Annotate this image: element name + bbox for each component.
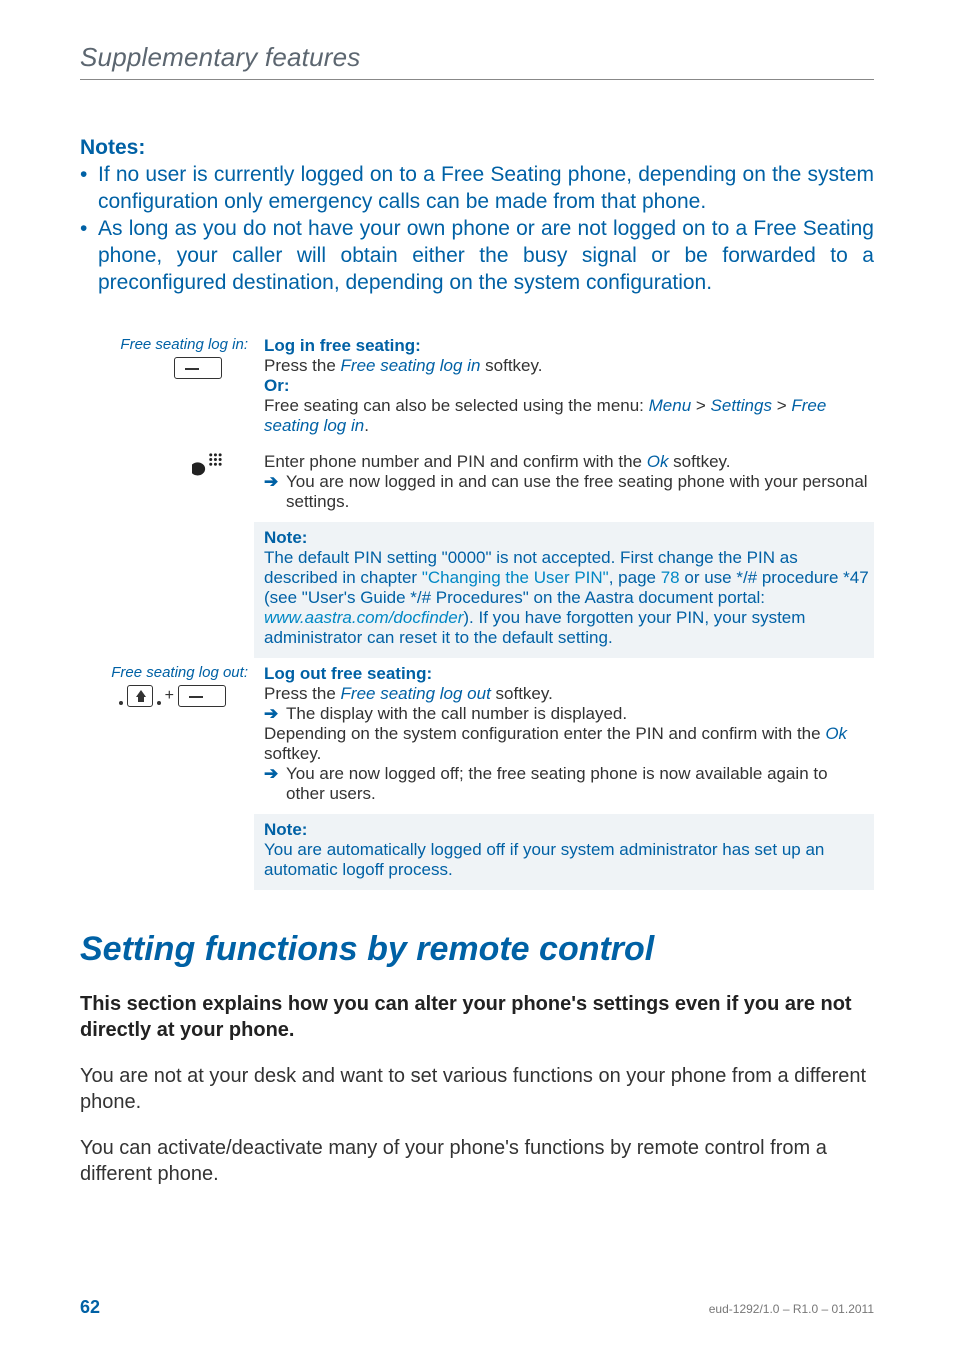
proc-row-enter-pin: Enter phone number and PIN and confirm w… xyxy=(80,446,874,522)
note-text: , page xyxy=(609,568,661,587)
notes-title: Notes: xyxy=(80,136,874,160)
result-text: The display with the call number is disp… xyxy=(286,704,627,723)
dot-icon xyxy=(157,701,161,705)
header-rule xyxy=(80,79,874,80)
arrow-icon: ➔ xyxy=(264,472,286,492)
result-text: You are now logged off; the free seating… xyxy=(286,764,828,803)
chapter-link[interactable]: "Changing the User PIN" xyxy=(422,568,609,587)
step-title: Log in free seating: xyxy=(264,336,421,355)
softkey-name: Free seating log in xyxy=(341,356,481,375)
proc-row-login: Free seating log in: Log in free seating… xyxy=(80,330,874,446)
page-footer: 62 eud-1292/1.0 – R1.0 – 01.2011 xyxy=(80,1297,874,1318)
softkey-icon xyxy=(178,685,226,707)
body-paragraph: You are not at your desk and want to set… xyxy=(80,1063,874,1115)
softkey-name: Ok xyxy=(647,452,669,471)
plus-icon: + xyxy=(165,687,174,705)
body-paragraph: You can activate/deactivate many of your… xyxy=(80,1135,874,1187)
page-number: 62 xyxy=(80,1297,100,1318)
menu-path-item: Menu xyxy=(649,396,692,415)
softkey-name: Free seating log out xyxy=(341,684,491,703)
text: Depending on the system configuration en… xyxy=(264,724,825,743)
procedure-table: Free seating log in: Log in free seating… xyxy=(80,330,874,890)
result-text: You are now logged in and can use the fr… xyxy=(286,472,868,511)
text: softkey. xyxy=(480,356,542,375)
shift-key-icon xyxy=(127,685,153,707)
page-ref-link[interactable]: 78 xyxy=(661,568,680,587)
softkey-name: Ok xyxy=(825,724,847,743)
text: softkey. xyxy=(491,684,553,703)
menu-sep: > xyxy=(772,396,791,415)
section-title: Setting functions by remote control xyxy=(80,930,874,969)
text: softkey. xyxy=(264,744,321,763)
document-id: eud-1292/1.0 – R1.0 – 01.2011 xyxy=(709,1302,874,1316)
left-caption-logout: Free seating log out: xyxy=(80,664,248,681)
notes-item: •If no user is currently logged on to a … xyxy=(80,162,874,216)
menu-sep: > xyxy=(691,396,710,415)
dot-icon xyxy=(119,701,123,705)
notes-item-text: As long as you do not have your own phon… xyxy=(98,216,874,297)
notes-block: Notes: •If no user is currently logged o… xyxy=(80,136,874,296)
note-title: Note: xyxy=(264,528,307,547)
proc-row-note-logoff: Note: You are automatically logged off i… xyxy=(80,814,874,890)
section-lead: This section explains how you can alter … xyxy=(80,991,874,1043)
running-head: Supplementary features xyxy=(80,42,874,73)
or-label: Or: xyxy=(264,376,290,395)
notes-item: •As long as you do not have your own pho… xyxy=(80,216,874,297)
keypad-icon xyxy=(192,452,222,482)
step-title: Log out free seating: xyxy=(264,664,432,683)
softkey-icon xyxy=(174,357,222,379)
menu-path-item: Settings xyxy=(711,396,772,415)
text: Press the xyxy=(264,684,341,703)
text: Enter phone number and PIN and confirm w… xyxy=(264,452,647,471)
note-text: You are automatically logged off if your… xyxy=(264,840,824,879)
proc-row-note-pin: Note: The default PIN setting "0000" is … xyxy=(80,522,874,658)
arrow-icon: ➔ xyxy=(264,764,286,784)
external-url-link[interactable]: www.aastra.com/docfinder xyxy=(264,608,463,627)
left-caption-login: Free seating log in: xyxy=(80,336,248,353)
text: . xyxy=(364,416,369,435)
notes-item-text: If no user is currently logged on to a F… xyxy=(98,162,874,216)
notes-list: •If no user is currently logged on to a … xyxy=(80,162,874,296)
text: Press the xyxy=(264,356,341,375)
text: softkey. xyxy=(668,452,730,471)
note-title: Note: xyxy=(264,820,307,839)
text: Free seating can also be selected using … xyxy=(264,396,649,415)
proc-row-logout: Free seating log out: + Log out free sea… xyxy=(80,658,874,814)
arrow-icon: ➔ xyxy=(264,704,286,724)
